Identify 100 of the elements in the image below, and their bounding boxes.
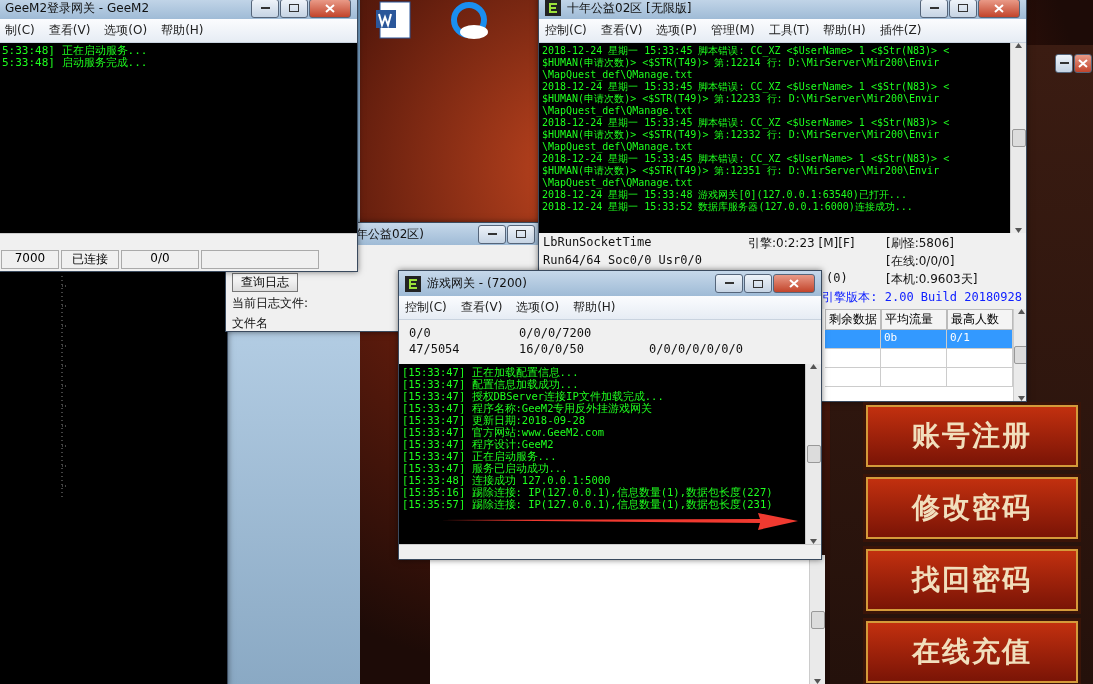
log-line: [15:35:16] 踢除连接: IP(127.0.0.1),信息数量(1),数据包长度(227) xyxy=(402,486,774,498)
status-text: (0) xyxy=(826,271,849,285)
close-icon xyxy=(325,3,335,13)
close-button[interactable] xyxy=(978,0,1020,18)
log-line: [15:33:47] 正在启动服务... xyxy=(402,450,558,462)
close-button[interactable] xyxy=(309,0,351,18)
maximize-icon xyxy=(289,4,299,12)
close-button[interactable] xyxy=(773,274,815,293)
table-cell[interactable] xyxy=(825,330,881,349)
stat-text: [本机:0.9603天] xyxy=(886,271,979,288)
scroll-down-icon[interactable] xyxy=(814,679,821,684)
menu-item[interactable]: 控制(C) xyxy=(545,22,587,39)
game-menu-button[interactable]: 找回密码 xyxy=(866,549,1078,611)
log-line: [15:35:57] 踢除连接: IP(127.0.0.1),信息数量(1),数据包长度(231) xyxy=(402,498,774,510)
minimize-icon xyxy=(929,6,939,10)
status-cell: 0/0 xyxy=(121,250,199,269)
menu-item[interactable]: 帮助(H) xyxy=(823,22,866,39)
close-button[interactable] xyxy=(1074,54,1092,73)
log-line: [15:33:47] 配置信息加载成功... xyxy=(402,378,580,390)
window-title: GeeM2登录网关 - GeeM2 xyxy=(5,0,151,17)
log-line: $HUMAN(申请次数)> <$STR(T49)> 第:12214 行: D:\MirServer\Mir200\Envir xyxy=(542,57,941,69)
game-menu-button[interactable]: 账号注册 xyxy=(866,405,1078,467)
minimize-button[interactable] xyxy=(251,0,279,18)
game-menu-button[interactable]: 在线充值 xyxy=(866,621,1078,683)
engine-time: 引擎:0:2:23 [M][F] xyxy=(748,235,856,252)
maximize-button[interactable] xyxy=(280,0,308,18)
scrollbar[interactable] xyxy=(809,555,825,684)
table-cell[interactable] xyxy=(881,368,947,387)
status-text: Run64/64 Soc0/0 Usr0/0 xyxy=(543,253,703,267)
close-icon xyxy=(789,279,799,288)
menu-item[interactable]: 选项(O) xyxy=(104,22,148,39)
menu-item[interactable]: 帮助(H) xyxy=(573,299,616,316)
scroll-thumb[interactable] xyxy=(1014,346,1026,364)
scroll-down-icon[interactable] xyxy=(1017,396,1025,401)
maximize-icon xyxy=(516,230,526,238)
log-line: [15:33:48] 连接成功 127.0.0.1:5000 xyxy=(402,474,612,486)
minimize-icon xyxy=(260,6,270,10)
menu-item[interactable]: 选项(O) xyxy=(516,299,560,316)
game-menu-button[interactable]: 修改密码 xyxy=(866,477,1078,539)
log-line: 2018-12-24 星期一 15:33:52 数据库服务器(127.0.0.1:6000)连接成功... xyxy=(542,201,914,213)
file-name-label: 文件名 xyxy=(232,315,268,331)
minimize-button[interactable] xyxy=(920,0,948,18)
info-value: 0/0/0/0/0/0/0 xyxy=(649,342,744,356)
log-line: 5:33:48] 正在启动服务... xyxy=(2,45,149,57)
table-cell[interactable] xyxy=(947,368,1013,387)
table-cell[interactable] xyxy=(881,349,947,368)
table-cell[interactable] xyxy=(947,349,1013,368)
minimize-button[interactable] xyxy=(1055,54,1073,73)
minimize-icon xyxy=(487,232,497,236)
menu-item[interactable]: 插件(Z) xyxy=(879,22,922,39)
stat-text: [在线:0/0/0] xyxy=(886,253,956,270)
table-cell[interactable] xyxy=(825,349,881,368)
menu-item[interactable]: 帮助(H) xyxy=(161,22,204,39)
log-line: [15:33:47] 官方网站:www.GeeM2.com xyxy=(402,426,606,438)
status-cell: 已连接 xyxy=(61,250,119,269)
log-line: [15:33:47] 正在加载配置信息... xyxy=(402,366,580,378)
scrollbar[interactable] xyxy=(399,544,821,559)
maximize-button[interactable] xyxy=(507,224,535,244)
scrollbar[interactable] xyxy=(1013,309,1026,401)
scroll-thumb[interactable] xyxy=(806,445,821,463)
column-header[interactable]: 剩余数据 xyxy=(825,309,881,330)
menu-item[interactable]: 制(C) xyxy=(5,22,35,39)
log-line: [15:33:47] 服务已启动成功... xyxy=(402,462,569,474)
log-line: 2018-12-24 星期一 15:33:45 脚本错误: CC_XZ <$UserName> 1 <$Str(N83)> < xyxy=(542,117,951,129)
log-line: 2018-12-24 星期一 15:33:45 脚本错误: CC_XZ <$UserName> 1 <$Str(N83)> < xyxy=(542,153,951,165)
menu-item[interactable]: 管理(M) xyxy=(710,22,755,39)
menu-item[interactable]: 选项(P) xyxy=(656,22,697,39)
scrollbar[interactable] xyxy=(0,233,357,248)
log-line: 2018-12-24 星期一 15:33:48 游戏网关[0](127.0.0.1:63540)已打开... xyxy=(542,189,908,201)
app-icon xyxy=(405,275,421,292)
maximize-icon xyxy=(753,279,763,288)
menu-item[interactable]: 查看(V) xyxy=(48,22,91,39)
info-value: 0/0/0/7200 xyxy=(519,326,593,340)
table-cell[interactable] xyxy=(825,368,881,387)
query-log-button[interactable]: 查询日志 xyxy=(232,273,298,292)
scrollbar[interactable] xyxy=(1010,43,1026,233)
scroll-thumb[interactable] xyxy=(1011,129,1026,147)
info-value: 16/0/0/50 xyxy=(519,342,586,356)
maximize-button[interactable] xyxy=(744,274,772,293)
minimize-icon xyxy=(724,282,734,285)
current-log-file-label: 当前日志文件: xyxy=(232,295,309,312)
menu-item[interactable]: 查看(V) xyxy=(600,22,643,39)
scrollbar[interactable] xyxy=(805,364,821,544)
column-header[interactable]: 最高人数 xyxy=(947,309,1013,330)
minimize-icon xyxy=(1059,62,1069,65)
menu-item[interactable]: 工具(T) xyxy=(768,22,810,39)
column-header[interactable]: 平均流量 xyxy=(881,309,947,330)
minimize-button[interactable] xyxy=(715,274,743,293)
status-text: LbRunSocketTime xyxy=(543,235,653,249)
info-value: 0/0 xyxy=(409,326,432,340)
log-line: [15:33:47] 授权DBServer连接IP文件加载完成... xyxy=(402,390,665,402)
log-line: $HUMAN(申请次数)> <$STR(T49)> 第:12351 行: D:\MirServer\Mir200\Envir xyxy=(542,165,941,177)
log-line: $HUMAN(申请次数)> <$STR(T49)> 第:12332 行: D:\MirServer\Mir200\Envir xyxy=(542,129,941,141)
close-icon xyxy=(994,3,1004,13)
scroll-thumb[interactable] xyxy=(810,610,825,629)
maximize-button[interactable] xyxy=(949,0,977,18)
log-line: \MapQuest_def\QManage.txt xyxy=(542,141,694,153)
minimize-button[interactable] xyxy=(478,224,506,244)
menu-item[interactable]: 查看(V) xyxy=(460,299,503,316)
menu-item[interactable]: 控制(C) xyxy=(405,299,447,316)
